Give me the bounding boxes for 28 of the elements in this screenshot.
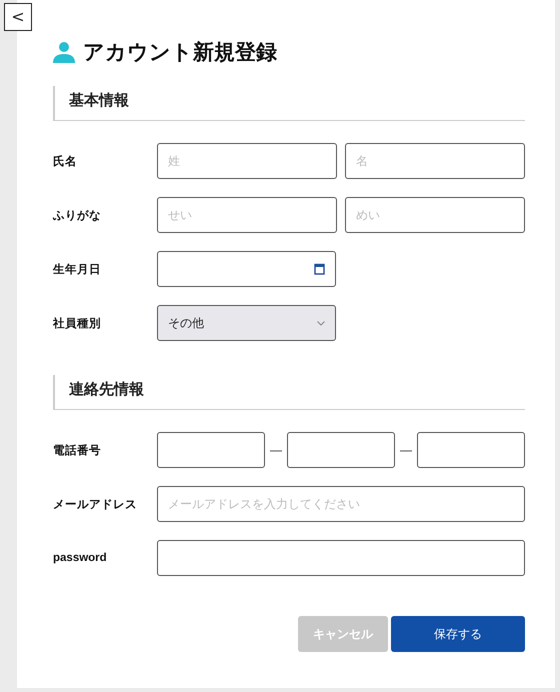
text-field[interactable]: めい	[345, 197, 525, 233]
save-button[interactable]: 保存する	[391, 616, 525, 652]
separator: —	[269, 443, 283, 457]
field-label: 電話番号	[53, 443, 102, 458]
text-field[interactable]	[157, 432, 265, 468]
text-field[interactable]: 姓	[157, 143, 337, 179]
date-field[interactable]	[157, 251, 336, 287]
text-field[interactable]: 名	[345, 143, 525, 179]
text-field[interactable]: せい	[157, 197, 337, 233]
separator: —	[399, 443, 413, 457]
field-label: 氏名	[53, 154, 78, 168]
section-heading: 基本情報	[53, 86, 525, 121]
field-label: password	[53, 552, 108, 564]
text-field[interactable]: メールアドレスを入力してください	[157, 486, 525, 522]
select-field[interactable]: その他	[157, 305, 336, 341]
text-field[interactable]	[287, 432, 395, 468]
text-field[interactable]	[417, 432, 525, 468]
field-label: 生年月日	[53, 262, 102, 276]
field-label: メールアドレス	[53, 498, 138, 512]
chevron-down-icon	[317, 320, 325, 326]
person-icon	[53, 41, 75, 63]
section-heading: 連絡先情報	[53, 375, 525, 410]
page-title: アカウント新規登録	[83, 40, 277, 66]
calendar-icon[interactable]	[314, 263, 325, 275]
text-field[interactable]	[157, 540, 525, 576]
back-button[interactable]: <	[4, 3, 32, 31]
field-label: ふりがな	[53, 208, 102, 222]
field-label: 社員種別	[53, 316, 102, 330]
